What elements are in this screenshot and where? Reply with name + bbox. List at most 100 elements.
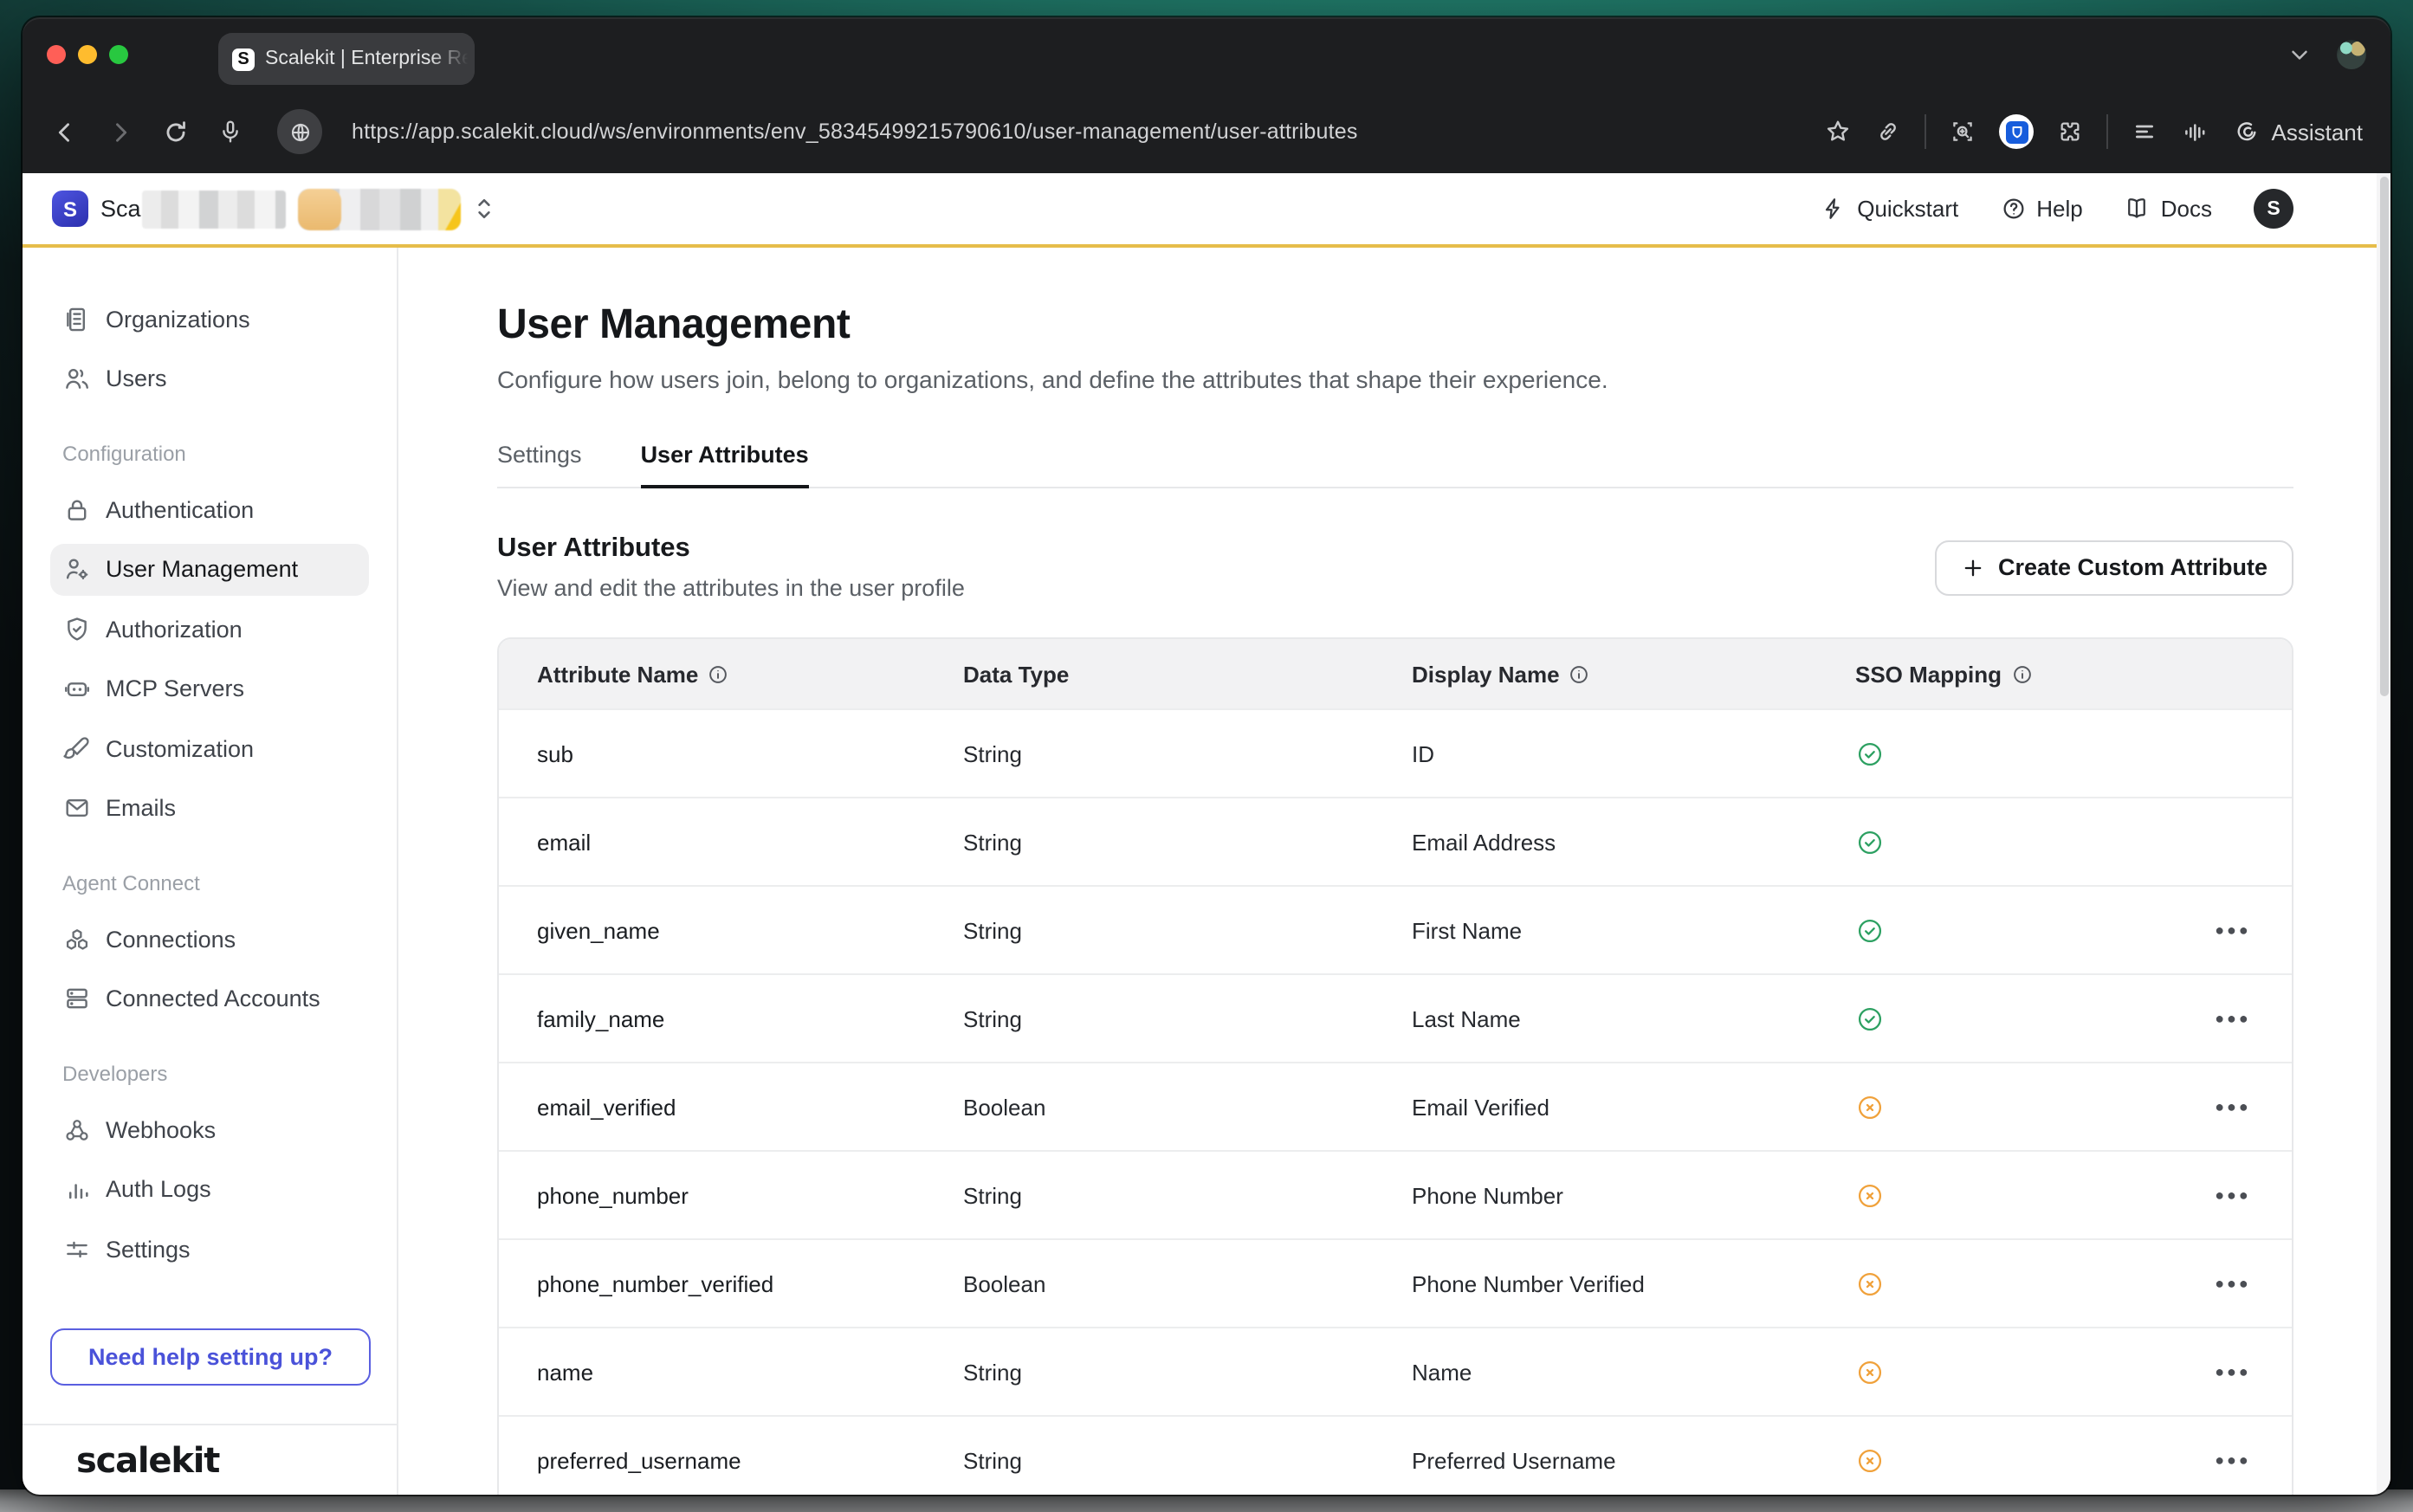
- sidebar-item-customization[interactable]: Customization: [50, 722, 369, 774]
- sidebar-item-auth-logs[interactable]: Auth Logs: [50, 1163, 369, 1215]
- cell-display-name: First Name: [1412, 917, 1855, 943]
- table-row: name String Name ●●●: [499, 1327, 2292, 1415]
- close-window-button[interactable]: [47, 44, 66, 63]
- row-menu-button[interactable]: ●●●: [2209, 1178, 2257, 1212]
- user-attributes-table: Attribute Name Data Type Display Name: [497, 637, 2293, 1495]
- sidebar-item-authorization[interactable]: Authorization: [50, 603, 369, 655]
- bookmark-star-icon[interactable]: [1825, 118, 1853, 145]
- sso-unmapped-icon: [1855, 1092, 1885, 1121]
- browser-window: S Scalekit | Enterprise Ready A: [23, 17, 2390, 1495]
- microphone-icon[interactable]: [217, 118, 244, 145]
- page-scrollbar-thumb[interactable]: [2379, 177, 2388, 696]
- waveform-icon[interactable]: [2182, 117, 2211, 146]
- window-controls: [47, 44, 128, 63]
- info-icon: [1569, 662, 1591, 685]
- row-menu-button[interactable]: ●●●: [2209, 1089, 2257, 1124]
- cell-attribute-name: email_verified: [499, 1094, 963, 1120]
- tab-overflow-chevron-icon[interactable]: [2287, 41, 2313, 67]
- row-menu-button[interactable]: ●●●: [2209, 1354, 2257, 1389]
- workspace-name: Sca: [100, 196, 141, 222]
- create-custom-attribute-button[interactable]: Create Custom Attribute: [1936, 540, 2293, 595]
- page-scrollbar[interactable]: [2377, 173, 2390, 1495]
- sidebar-item-emails[interactable]: Emails: [50, 782, 369, 834]
- toolbar-divider: [1925, 114, 1927, 149]
- minimize-window-button[interactable]: [78, 44, 97, 63]
- section-header: User Attributes View and edit the attrib…: [497, 533, 2293, 601]
- sidebar-item-organizations[interactable]: Organizations: [50, 293, 369, 345]
- user-avatar[interactable]: S: [2254, 189, 2293, 229]
- bar-chart-icon: [62, 1174, 92, 1204]
- find-in-page-icon[interactable]: [1950, 118, 1977, 145]
- sidebar-item-connected-accounts[interactable]: Connected Accounts: [50, 972, 369, 1024]
- environment-switcher-chevrons-icon[interactable]: [474, 194, 496, 223]
- table-row: sub String ID ●●●: [499, 708, 2292, 797]
- cell-display-name: Preferred Username: [1412, 1447, 1855, 1473]
- sidebar-item-user-management[interactable]: User Management: [50, 543, 369, 595]
- quickstart-button[interactable]: Quickstart: [1821, 196, 1958, 222]
- row-menu-button[interactable]: ●●●: [2209, 1001, 2257, 1036]
- sidebar-item-mcp-servers[interactable]: MCP Servers: [50, 662, 369, 714]
- row-menu-button[interactable]: ●●●: [2209, 1443, 2257, 1477]
- browser-tab[interactable]: S Scalekit | Enterprise Ready A: [218, 33, 475, 85]
- address-bar-url[interactable]: https://app.scalekit.cloud/ws/environmen…: [352, 120, 1358, 144]
- server-stack-icon: [62, 984, 92, 1013]
- cell-attribute-name: name: [499, 1359, 963, 1385]
- sidebar-item-connections[interactable]: Connections: [50, 913, 369, 965]
- sidebar-item-authentication[interactable]: Authentication: [50, 483, 369, 535]
- sidebar-section-configuration: Configuration: [50, 442, 369, 469]
- sso-mapped-icon: [1855, 827, 1885, 856]
- environment-selector-redacted[interactable]: [299, 188, 462, 229]
- main-content: User Management Configure how users join…: [398, 248, 2390, 1495]
- table-row: phone_number String Phone Number ●●●: [499, 1150, 2292, 1238]
- cell-sso-mapping: [1855, 1180, 2115, 1210]
- site-info-globe-icon[interactable]: [277, 109, 322, 154]
- bitwarden-shield: [2006, 120, 2028, 143]
- cell-data-type: String: [963, 1359, 1412, 1385]
- browser-profile-avatar[interactable]: [2337, 39, 2366, 68]
- help-button[interactable]: Help: [2000, 196, 2083, 222]
- sidebar-section-developers: Developers: [50, 1062, 369, 1089]
- sidebar-item-settings[interactable]: Settings: [50, 1223, 369, 1275]
- cell-data-type: String: [963, 1005, 1412, 1031]
- forward-button[interactable]: [106, 117, 135, 146]
- mail-icon: [62, 793, 92, 823]
- need-help-button[interactable]: Need help setting up?: [50, 1328, 371, 1386]
- scalekit-app: S Sca Quickstart: [23, 173, 2390, 1495]
- user-gear-icon: [62, 554, 92, 584]
- tab-user-attributes[interactable]: User Attributes: [641, 442, 809, 488]
- back-button[interactable]: [50, 117, 80, 146]
- browser-tab-strip: S Scalekit | Enterprise Ready A: [23, 17, 2390, 90]
- cell-attribute-name: family_name: [499, 1005, 963, 1031]
- webhook-icon: [62, 1115, 92, 1144]
- reader-list-icon[interactable]: [2132, 118, 2159, 145]
- help-circle-icon: [2000, 196, 2026, 222]
- tab-title: Scalekit | Enterprise Ready A: [265, 48, 475, 69]
- extensions-puzzle-icon[interactable]: [2057, 118, 2085, 145]
- shield-check-icon: [62, 614, 92, 643]
- cell-sso-mapping: [1855, 739, 2115, 768]
- bitwarden-extension-icon[interactable]: [2000, 114, 2035, 149]
- cell-sso-mapping: [1855, 1269, 2115, 1298]
- cell-data-type: Boolean: [963, 1270, 1412, 1296]
- sidebar: Organizations Users Configuration Authen…: [23, 248, 398, 1495]
- tab-settings[interactable]: Settings: [497, 442, 582, 487]
- reload-button[interactable]: [161, 117, 191, 146]
- row-menu-button[interactable]: ●●●: [2209, 913, 2257, 947]
- sidebar-item-webhooks[interactable]: Webhooks: [50, 1103, 369, 1155]
- cell-data-type: String: [963, 1447, 1412, 1473]
- docs-button[interactable]: Docs: [2125, 196, 2212, 222]
- cell-display-name: Email Address: [1412, 829, 1855, 855]
- environment-warning-triangle: [446, 202, 462, 229]
- sidebar-item-users[interactable]: Users: [50, 352, 369, 404]
- row-menu-button[interactable]: ●●●: [2209, 1266, 2257, 1301]
- tab-bar: Settings User Attributes: [497, 442, 2293, 488]
- assistant-button[interactable]: Assistant: [2234, 118, 2364, 145]
- sliders-icon: [62, 1234, 92, 1263]
- cubes-icon: [62, 924, 92, 953]
- column-header-display-name: Display Name: [1412, 661, 1855, 687]
- copy-link-icon[interactable]: [1875, 118, 1903, 145]
- cell-data-type: Boolean: [963, 1094, 1412, 1120]
- cell-data-type: String: [963, 917, 1412, 943]
- sso-unmapped-icon: [1855, 1180, 1885, 1210]
- zoom-window-button[interactable]: [109, 44, 128, 63]
